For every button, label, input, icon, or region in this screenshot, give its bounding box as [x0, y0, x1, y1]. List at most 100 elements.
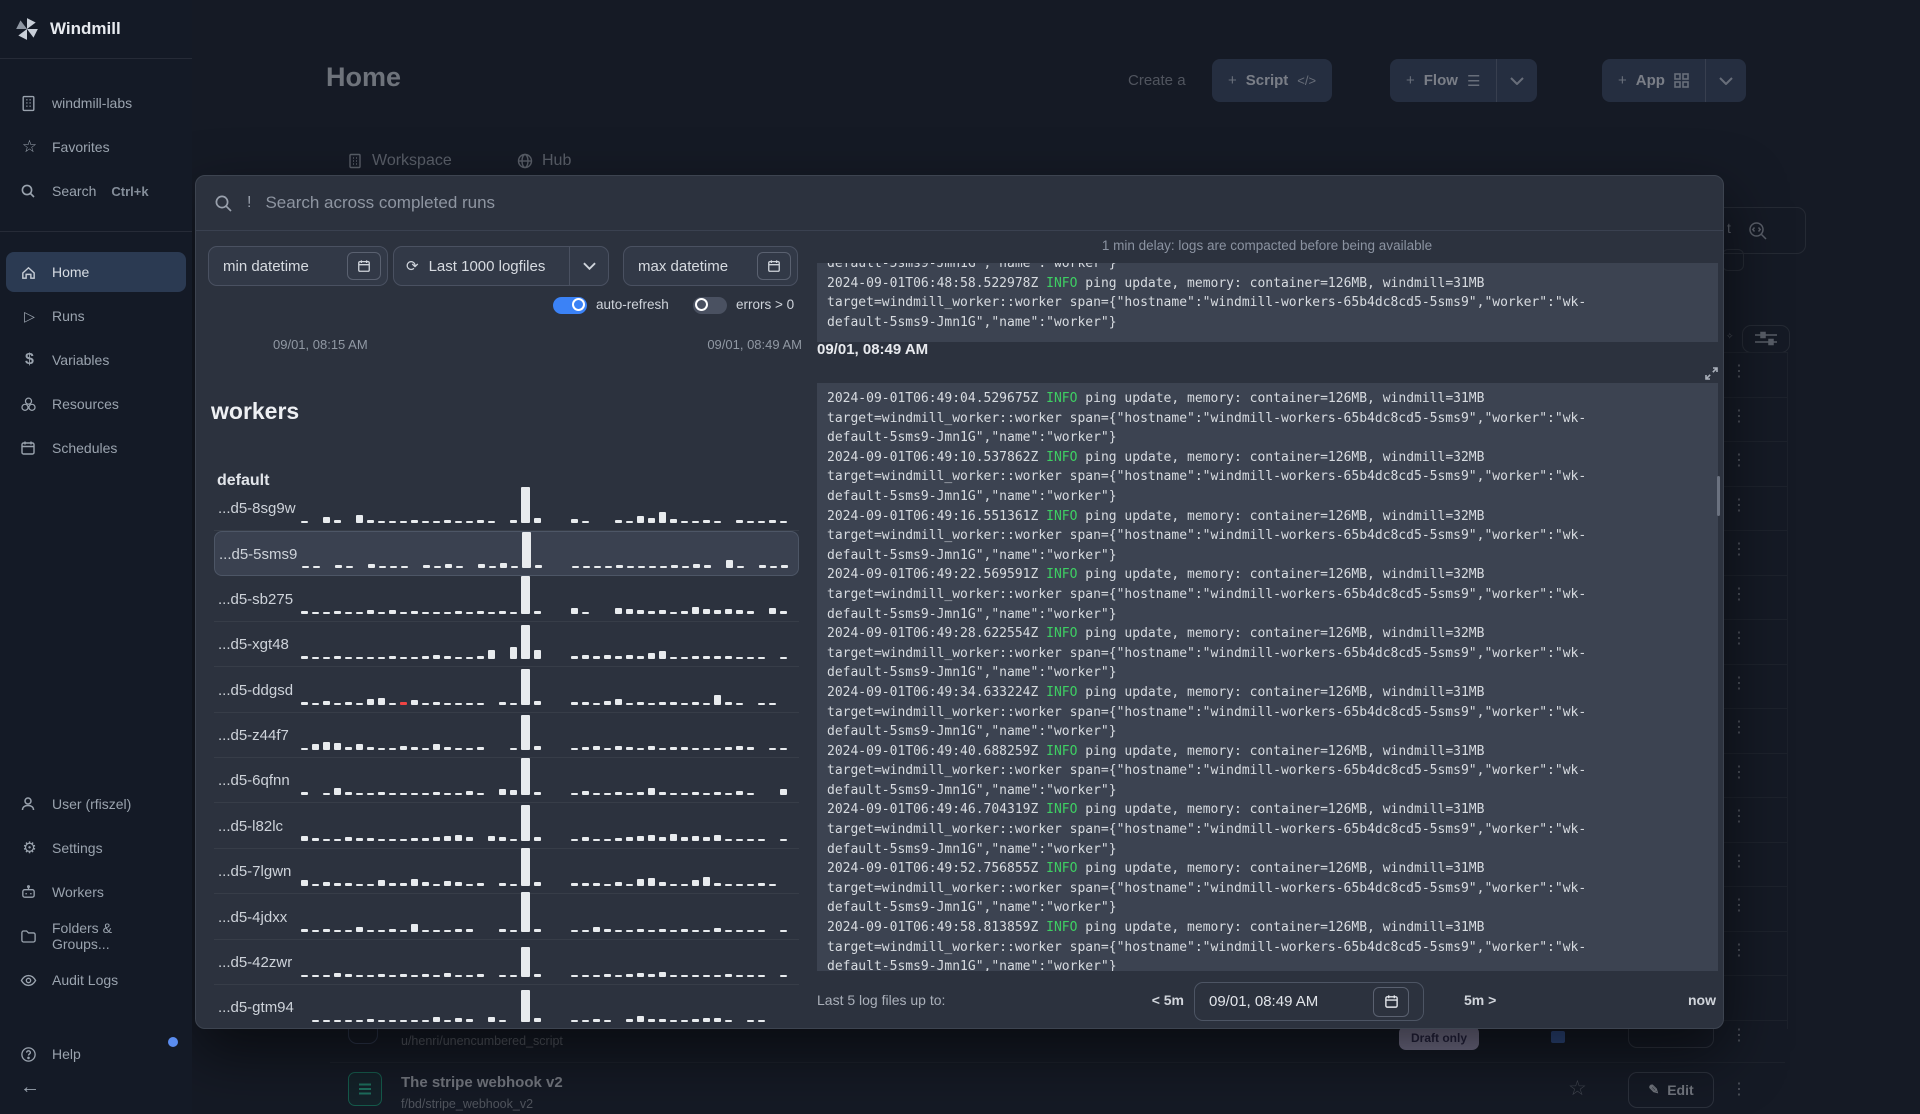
- worker-activity-sparkline: [301, 574, 787, 614]
- sidebar-item-search[interactable]: Search Ctrl+k: [6, 171, 186, 211]
- spark-bar: [477, 702, 484, 705]
- spark-bar: [770, 566, 777, 569]
- sidebar-item-settings[interactable]: ⚙ Settings: [6, 828, 186, 868]
- log-block-current[interactable]: 2024-09-01T06:49:04.529675Z INFO ping up…: [817, 383, 1718, 971]
- sidebar-item-help[interactable]: Help: [6, 1034, 186, 1074]
- log-line: default-5sms9-Jmn1G","name":"worker"}: [827, 606, 1117, 622]
- spark-bar: [593, 656, 600, 660]
- spark-bar: [534, 928, 541, 932]
- spark-bar: [703, 793, 710, 796]
- search-input[interactable]: [265, 193, 1705, 213]
- help-icon: [20, 1046, 39, 1063]
- spark-bar: [444, 835, 451, 841]
- spark-bar: [626, 793, 633, 796]
- spark-bar: [466, 521, 473, 523]
- worker-activity-sparkline: [301, 619, 787, 660]
- calendar-icon[interactable]: [757, 252, 791, 280]
- spark-bar: [323, 838, 330, 841]
- worker-name: ...d5-ddgsd: [218, 681, 294, 699]
- spark-bar: [455, 702, 462, 705]
- worker-row[interactable]: ...d5-7lgwn: [214, 848, 799, 895]
- worker-row[interactable]: ...d5-5sms9: [214, 531, 799, 577]
- spark-bar: [593, 975, 600, 977]
- spark-bar: [703, 1018, 710, 1023]
- spark-bar: [736, 838, 743, 841]
- log-line: target=windmill_worker::worker span={"ho…: [827, 939, 1587, 955]
- calendar-icon[interactable]: [347, 252, 381, 280]
- spark-bar: [582, 655, 589, 660]
- spark-bar: [737, 566, 744, 569]
- sidebar-item-folders-groups[interactable]: Folders & Groups...: [6, 916, 186, 956]
- sidebar-item-workspace[interactable]: windmill-labs: [6, 83, 186, 123]
- spark-bar: [356, 515, 363, 523]
- worker-row[interactable]: ...d5-l82lc: [214, 804, 799, 849]
- sidebar-item-schedules[interactable]: Schedules: [6, 428, 186, 468]
- spark-bar: [571, 883, 578, 887]
- folder-icon: [20, 928, 39, 945]
- spark-bar: [670, 611, 677, 614]
- spark-bar: [488, 835, 495, 841]
- spark-bar: [356, 744, 363, 750]
- spark-bar: [323, 975, 330, 977]
- step-forward-button[interactable]: 5m >: [1464, 992, 1496, 1008]
- spark-bar: [521, 891, 530, 932]
- spark-bar: [521, 575, 530, 614]
- spark-bar: [714, 975, 721, 977]
- worker-row[interactable]: ...d5-4jdxx: [214, 891, 799, 940]
- step-back-button[interactable]: < 5m: [1126, 992, 1184, 1008]
- calendar-icon[interactable]: [1373, 986, 1409, 1017]
- spark-bar: [455, 521, 462, 523]
- calendar-icon: [20, 440, 39, 456]
- sidebar-item-user[interactable]: User (rfiszel): [6, 784, 186, 824]
- spark-bar: [323, 742, 330, 750]
- spark-bar: [423, 565, 430, 569]
- worker-row[interactable]: ...d5-6qfnn: [214, 755, 799, 804]
- spark-bar: [477, 883, 484, 887]
- sidebar-item-audit-logs[interactable]: Audit Logs: [6, 960, 186, 1000]
- spark-bar: [703, 836, 710, 841]
- min-datetime-field[interactable]: min datetime: [208, 246, 388, 286]
- auto-refresh-toggle[interactable]: [553, 297, 587, 314]
- spark-bar: [334, 743, 341, 750]
- spark-bar: [534, 836, 541, 841]
- log-datetime-picker[interactable]: 09/01, 08:49 AM: [1194, 982, 1424, 1021]
- logfiles-range-select[interactable]: ⟳ Last 1000 logfiles: [393, 246, 609, 286]
- sidebar-item-runs[interactable]: ▷ Runs: [6, 296, 186, 336]
- spark-bar: [389, 748, 396, 750]
- spark-bar: [301, 656, 308, 660]
- spark-bar: [670, 657, 677, 660]
- sidebar-item-home[interactable]: Home: [6, 252, 186, 292]
- worker-activity-sparkline: [301, 483, 787, 523]
- spark-bar: [692, 880, 699, 887]
- user-icon: [20, 796, 39, 812]
- spark-bar: [422, 837, 429, 841]
- worker-row[interactable]: ...d5-8sg9w: [214, 486, 799, 531]
- sidebar-item-workers[interactable]: Workers: [6, 872, 186, 912]
- chevron-down-icon[interactable]: [570, 262, 608, 270]
- log-datetime-value: 09/01, 08:49 AM: [1209, 993, 1319, 1010]
- collapse-sidebar-icon[interactable]: ←: [20, 1076, 40, 1099]
- spark-bar: [345, 974, 352, 977]
- worker-row[interactable]: ...d5-z44f7: [214, 713, 799, 758]
- worker-row[interactable]: ...d5-ddgsd: [214, 668, 799, 713]
- sidebar-item-favorites[interactable]: ☆ Favorites: [6, 127, 186, 167]
- sidebar-item-resources[interactable]: Resources: [6, 384, 186, 424]
- worker-row[interactable]: ...d5-xgt48: [214, 619, 799, 668]
- spark-bar: [681, 747, 688, 750]
- max-datetime-field[interactable]: max datetime: [623, 246, 798, 286]
- worker-row[interactable]: ...d5-gtm94: [214, 985, 799, 1028]
- worker-activity-sparkline: [301, 755, 787, 796]
- errors-toggle[interactable]: [693, 297, 727, 314]
- spark-bar: [521, 990, 530, 1023]
- sidebar-item-variables[interactable]: $ Variables: [6, 340, 186, 380]
- spark-bar: [615, 698, 622, 705]
- brand[interactable]: Windmill: [0, 0, 192, 56]
- now-button[interactable]: now: [1651, 992, 1716, 1008]
- worker-row[interactable]: ...d5-sb275: [214, 574, 799, 622]
- expand-icon[interactable]: [1704, 366, 1719, 381]
- spark-bar: [521, 487, 530, 523]
- spark-bar: [444, 656, 451, 660]
- spark-bar: [367, 698, 374, 705]
- scrollbar-thumb[interactable]: [1717, 476, 1720, 516]
- worker-row[interactable]: ...d5-42zwr: [214, 940, 799, 985]
